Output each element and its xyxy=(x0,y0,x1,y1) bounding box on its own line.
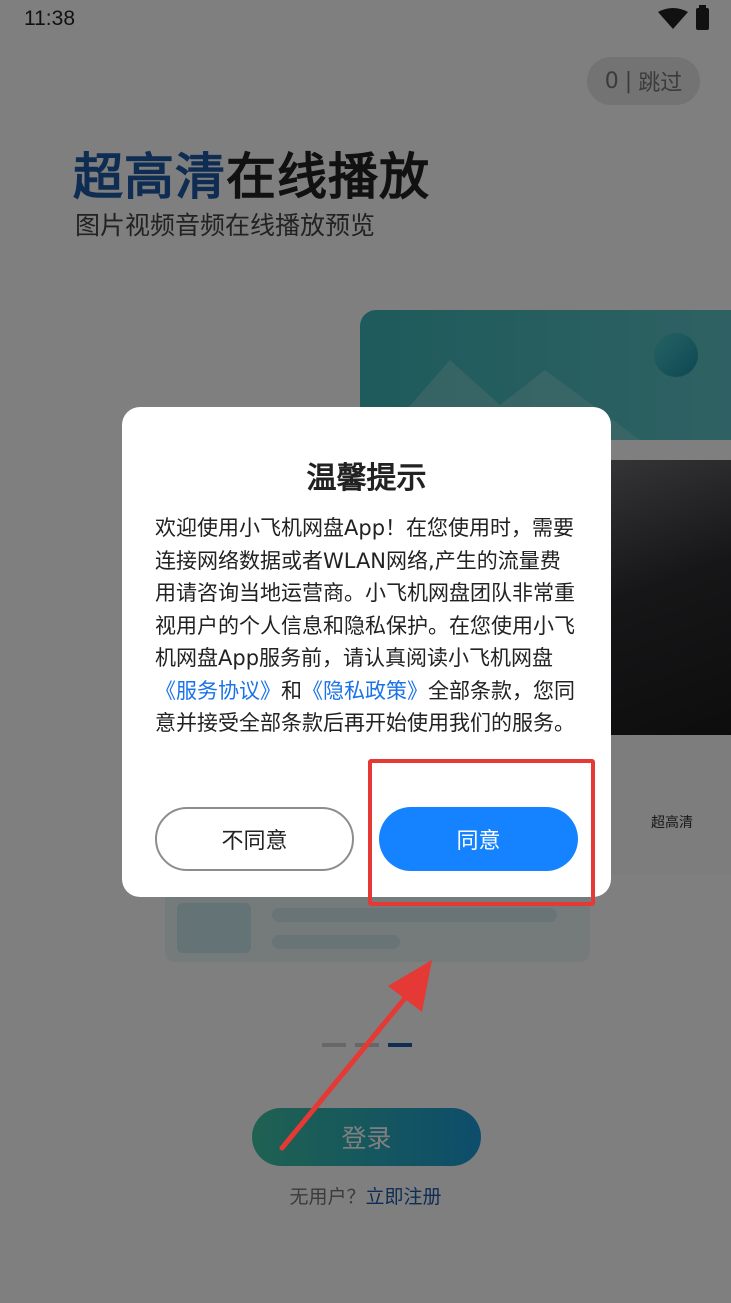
dialog-text-and: 和 xyxy=(281,678,302,703)
annotation-highlight-box xyxy=(368,759,595,906)
decline-button[interactable]: 不同意 xyxy=(155,807,354,871)
dialog-title: 温馨提示 xyxy=(306,461,427,496)
service-agreement-link[interactable]: 《服务协议》 xyxy=(155,679,281,703)
privacy-policy-link[interactable]: 《隐私政策》 xyxy=(302,679,428,703)
dialog-body: 欢迎使用小飞机网盘App！在您使用时，需要连接网络数据或者WLAN网络,产生的流… xyxy=(155,512,578,740)
annotation-arrow-icon xyxy=(279,960,432,1151)
dialog-text: 欢迎使用小飞机网盘App！在您使用时，需要连接网络数据或者WLAN网络,产生的流… xyxy=(155,516,575,670)
